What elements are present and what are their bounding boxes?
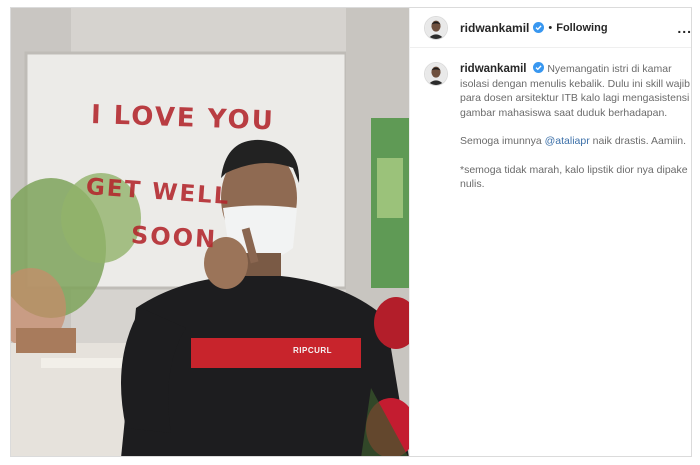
caption-body-2a: Semoga imunnya: [460, 135, 545, 147]
verified-badge-icon: [533, 62, 545, 73]
post-sidebar: ridwankamil • Following ... ridwankamil …: [409, 8, 691, 456]
post-photo[interactable]: I LOVE YOU GET WELL SOON RIPCURL: [11, 8, 409, 456]
caption-text: ridwankamil Nyemangatin istri di kamar i…: [460, 62, 691, 206]
caption-username[interactable]: ridwankamil: [460, 63, 526, 75]
following-button[interactable]: Following: [556, 22, 607, 34]
avatar-image: [425, 16, 447, 39]
lipstick-text-line-3: SOON: [130, 221, 218, 254]
avatar[interactable]: [424, 15, 448, 40]
separator-dot: •: [548, 21, 553, 34]
caption-paragraph-2: Semoga imunnya @ataliapr naik drastis. A…: [460, 134, 691, 149]
avatar[interactable]: [424, 62, 448, 86]
more-options-icon[interactable]: ...: [677, 20, 691, 36]
caption-paragraph-3: *semoga tidak marah, kalo lipstik dior n…: [460, 163, 688, 191]
instagram-post: I LOVE YOU GET WELL SOON RIPCURL ridwank…: [10, 7, 692, 457]
shirt-logo-text: RIPCURL: [293, 346, 333, 355]
verified-badge-icon: [533, 22, 545, 33]
lipstick-text-line-1: I LOVE YOU: [90, 100, 276, 137]
caption-body-2b: naik drastis. Aamiin.: [589, 135, 687, 147]
post-header: ridwankamil • Following ...: [410, 8, 691, 48]
avatar-image: [425, 63, 447, 85]
mention-link[interactable]: @ataliapr: [545, 135, 590, 147]
caption-paragraph-1: ridwankamil Nyemangatin istri di kamar i…: [460, 62, 691, 120]
caption-comment: ridwankamil Nyemangatin istri di kamar i…: [410, 48, 691, 206]
author-username[interactable]: ridwankamil: [460, 21, 529, 35]
